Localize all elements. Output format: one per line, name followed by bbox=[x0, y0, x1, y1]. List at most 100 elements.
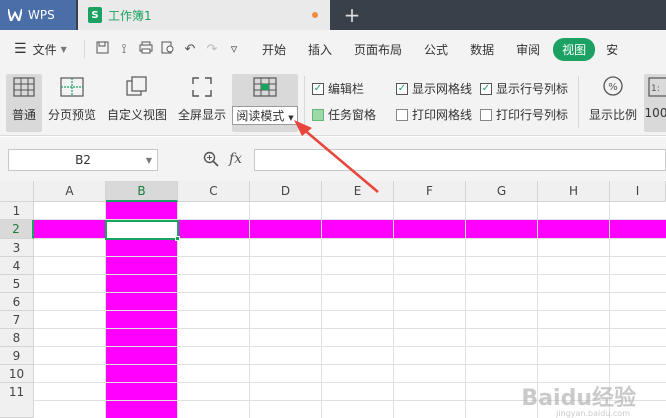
normal-view-label: 普通 bbox=[11, 108, 36, 122]
grid-line bbox=[34, 364, 666, 365]
checkbox-icon: ✓ bbox=[396, 82, 408, 95]
row-header-3[interactable]: 3 bbox=[0, 239, 34, 257]
row-header-4[interactable]: 4 bbox=[0, 257, 34, 275]
column-header-d[interactable]: D bbox=[250, 181, 322, 202]
column-header-a[interactable]: A bbox=[34, 181, 106, 202]
spreadsheet-icon: S bbox=[88, 7, 102, 23]
normal-view-button[interactable]: 普通 bbox=[6, 74, 42, 132]
reading-mode-button[interactable]: 阅读模式 ▼ bbox=[232, 74, 298, 132]
undo-icon[interactable]: ↶ bbox=[179, 42, 201, 57]
checkbox-task-pane-label: 任务窗格 bbox=[328, 108, 377, 122]
reading-mode-icon bbox=[252, 74, 278, 100]
tab-insert[interactable]: 插入 bbox=[297, 41, 343, 58]
tab-wps-label: WPS bbox=[28, 8, 55, 22]
row-header-1[interactable]: 1 bbox=[0, 202, 34, 220]
save-icon[interactable] bbox=[91, 41, 113, 58]
zoom-100-label: 100 bbox=[644, 106, 666, 120]
file-menu[interactable]: ☰ 文件 ▼ bbox=[0, 41, 84, 58]
column-header-f[interactable]: F bbox=[394, 181, 466, 202]
chevron-down-icon: ▼ bbox=[145, 155, 152, 165]
insert-function-button[interactable]: fx bbox=[229, 151, 242, 167]
checkbox-icon bbox=[480, 108, 492, 121]
worksheet-grid[interactable]: A B C D E F G H I 1 2 3 4 5 6 7 8 9 10 1… bbox=[0, 181, 666, 418]
format-painter-icon[interactable]: ⟟ bbox=[113, 42, 135, 57]
row-header-10[interactable]: 10 bbox=[0, 365, 34, 383]
print-icon[interactable] bbox=[135, 41, 157, 58]
redo-icon[interactable]: ↷ bbox=[201, 42, 223, 57]
name-box-value: B2 bbox=[75, 153, 91, 167]
zoom-button[interactable]: % 显示比例 bbox=[586, 74, 640, 132]
reading-mode-text: 阅读模式 bbox=[236, 109, 285, 123]
svg-text:%: % bbox=[608, 82, 618, 93]
svg-text:1:: 1: bbox=[651, 84, 660, 94]
file-menu-label: 文件 bbox=[32, 42, 57, 57]
zoom-100-button[interactable]: 1: 100 bbox=[644, 74, 666, 132]
tab-data[interactable]: 数据 bbox=[459, 41, 505, 58]
row-header-8[interactable]: 8 bbox=[0, 329, 34, 347]
checkbox-show-gridlines-label: 显示网格线 bbox=[412, 82, 473, 96]
tab-page-layout[interactable]: 页面布局 bbox=[343, 41, 413, 58]
checkbox-print-gridlines[interactable]: 打印网格线 bbox=[396, 106, 472, 123]
tab-review[interactable]: 审阅 bbox=[505, 41, 551, 58]
checkbox-icon: ✓ bbox=[312, 82, 324, 95]
tab-document[interactable]: S 工作簿1 bbox=[78, 0, 330, 30]
zoom-icon: % bbox=[600, 74, 626, 100]
tab-formulas[interactable]: 公式 bbox=[413, 41, 459, 58]
row-header-5[interactable]: 5 bbox=[0, 275, 34, 293]
tab-security[interactable]: 安 bbox=[595, 41, 629, 58]
column-header-g[interactable]: G bbox=[466, 181, 538, 202]
row-header-7[interactable]: 7 bbox=[0, 311, 34, 329]
tab-wps-home[interactable]: WPS bbox=[0, 0, 76, 30]
column-header-h[interactable]: H bbox=[538, 181, 610, 202]
formula-input[interactable] bbox=[254, 149, 666, 171]
checkbox-show-gridlines[interactable]: ✓ 显示网格线 bbox=[396, 80, 472, 97]
row-header-9[interactable]: 9 bbox=[0, 347, 34, 365]
checkbox-icon bbox=[396, 108, 408, 121]
checkbox-print-headings[interactable]: 打印行号列标 bbox=[480, 106, 568, 123]
watermark-logo: Baidu经验 bbox=[521, 386, 636, 411]
grid-line bbox=[34, 256, 666, 257]
row-header-6[interactable]: 6 bbox=[0, 293, 34, 311]
tab-home[interactable]: 开始 bbox=[251, 41, 297, 58]
checkbox-icon bbox=[312, 108, 324, 121]
normal-view-icon bbox=[11, 74, 37, 100]
active-cell-b2[interactable] bbox=[105, 220, 179, 240]
reading-mode-label: 阅读模式 ▼ bbox=[232, 106, 298, 125]
checkbox-show-headings[interactable]: ✓ 显示行号列标 bbox=[480, 80, 568, 97]
full-screen-icon bbox=[189, 74, 215, 100]
checkbox-formula-bar-label: 编辑栏 bbox=[328, 82, 365, 96]
column-header-e[interactable]: E bbox=[322, 181, 394, 202]
watermark-url: jingyan.baidu.com bbox=[556, 409, 630, 418]
checkbox-task-pane[interactable]: 任务窗格 bbox=[312, 106, 376, 123]
select-all-corner[interactable] bbox=[0, 181, 34, 202]
row-header-2[interactable]: 2 bbox=[0, 220, 34, 239]
grid-line bbox=[34, 292, 666, 293]
checkbox-formula-bar[interactable]: ✓ 编辑栏 bbox=[312, 80, 364, 97]
unsaved-indicator bbox=[312, 12, 318, 18]
zoom-label: 显示比例 bbox=[588, 108, 637, 122]
full-screen-button[interactable]: 全屏显示 bbox=[176, 74, 228, 132]
custom-view-button[interactable]: 自定义视图 bbox=[104, 74, 170, 132]
ribbon-view: 普通 分页预览 自定义视图 全屏显示 阅读模式 ▼ ✓ 编辑栏 ✓ 显示网格线 … bbox=[0, 68, 666, 136]
page-break-preview-label: 分页预览 bbox=[47, 108, 96, 122]
row-header-11[interactable]: 11 bbox=[0, 383, 34, 418]
custom-view-label: 自定义视图 bbox=[106, 108, 167, 122]
ribbon-tabs: 开始 插入 页面布局 公式 数据 审阅 视图 安 bbox=[251, 37, 629, 61]
fill-handle[interactable] bbox=[175, 236, 180, 241]
ribbon-divider bbox=[578, 76, 579, 128]
column-header-c[interactable]: C bbox=[178, 181, 250, 202]
tab-view[interactable]: 视图 bbox=[553, 37, 596, 61]
column-header-i[interactable]: I bbox=[610, 181, 666, 202]
page-break-preview-button[interactable]: 分页预览 bbox=[46, 74, 98, 132]
formula-bar: B2 ▼ fx bbox=[0, 137, 666, 181]
page-break-icon bbox=[59, 74, 85, 100]
customize-qa-icon[interactable]: ▿ bbox=[223, 42, 245, 57]
column-header-b[interactable]: B bbox=[106, 181, 178, 202]
name-box[interactable]: B2 ▼ bbox=[8, 149, 158, 171]
zoom-lookup-icon[interactable] bbox=[203, 151, 219, 171]
print-preview-icon[interactable] bbox=[157, 41, 179, 58]
new-tab-button[interactable]: + bbox=[330, 0, 374, 30]
ribbon-divider bbox=[304, 76, 305, 128]
zoom-100-icon: 1: bbox=[644, 74, 666, 100]
checkbox-print-gridlines-label: 打印网格线 bbox=[412, 108, 473, 122]
